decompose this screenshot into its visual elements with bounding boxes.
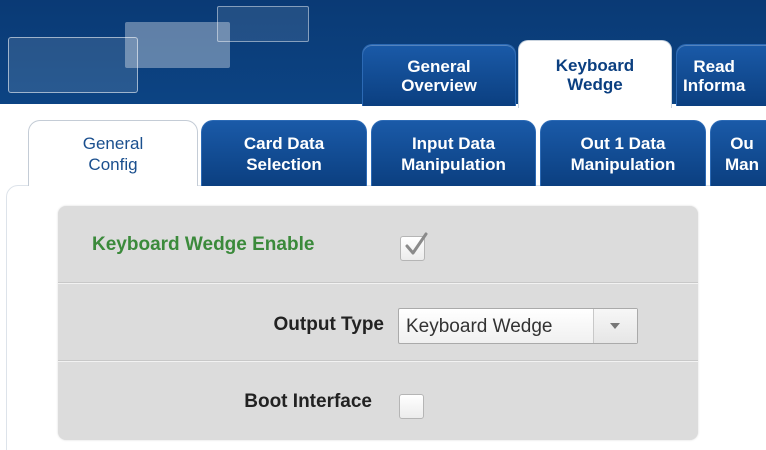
config-form: Keyboard Wedge Enable Output Type Keyboa…: [58, 206, 698, 440]
keyboard-wedge-enable-label: Keyboard Wedge Enable: [92, 234, 315, 255]
tab-general-overview[interactable]: General Overview: [362, 44, 516, 106]
divider: [58, 360, 698, 362]
tab-keyboard-wedge[interactable]: Keyboard Wedge: [518, 40, 672, 108]
tab-read-information[interactable]: Read Informa: [676, 44, 766, 106]
subtab-input-data-manipulation[interactable]: Input Data Manipulation: [371, 120, 536, 186]
output-type-select[interactable]: Keyboard Wedge: [398, 308, 638, 344]
chevron-down-icon: [610, 323, 620, 329]
subtab-out2-data-manipulation[interactable]: Ou Man: [710, 120, 766, 186]
select-dropdown-button[interactable]: [593, 309, 637, 343]
subtab-general-config[interactable]: General Config: [28, 120, 198, 186]
subtab-card-data-selection[interactable]: Card Data Selection: [201, 120, 367, 186]
decorative-square: [8, 37, 138, 93]
output-type-value: Keyboard Wedge: [406, 316, 553, 337]
boot-interface-checkbox[interactable]: [399, 394, 424, 419]
boot-interface-label: Boot Interface: [244, 391, 372, 412]
decorative-square: [217, 6, 309, 42]
keyboard-wedge-enable-checkbox[interactable]: [400, 232, 428, 261]
subtab-out1-data-manipulation[interactable]: Out 1 Data Manipulation: [540, 120, 706, 186]
output-type-label: Output Type: [273, 314, 384, 335]
form-row-keyboard-wedge-enable: Keyboard Wedge Enable: [58, 206, 698, 282]
decorative-square: [125, 22, 230, 68]
checkmark-icon: [405, 232, 428, 255]
